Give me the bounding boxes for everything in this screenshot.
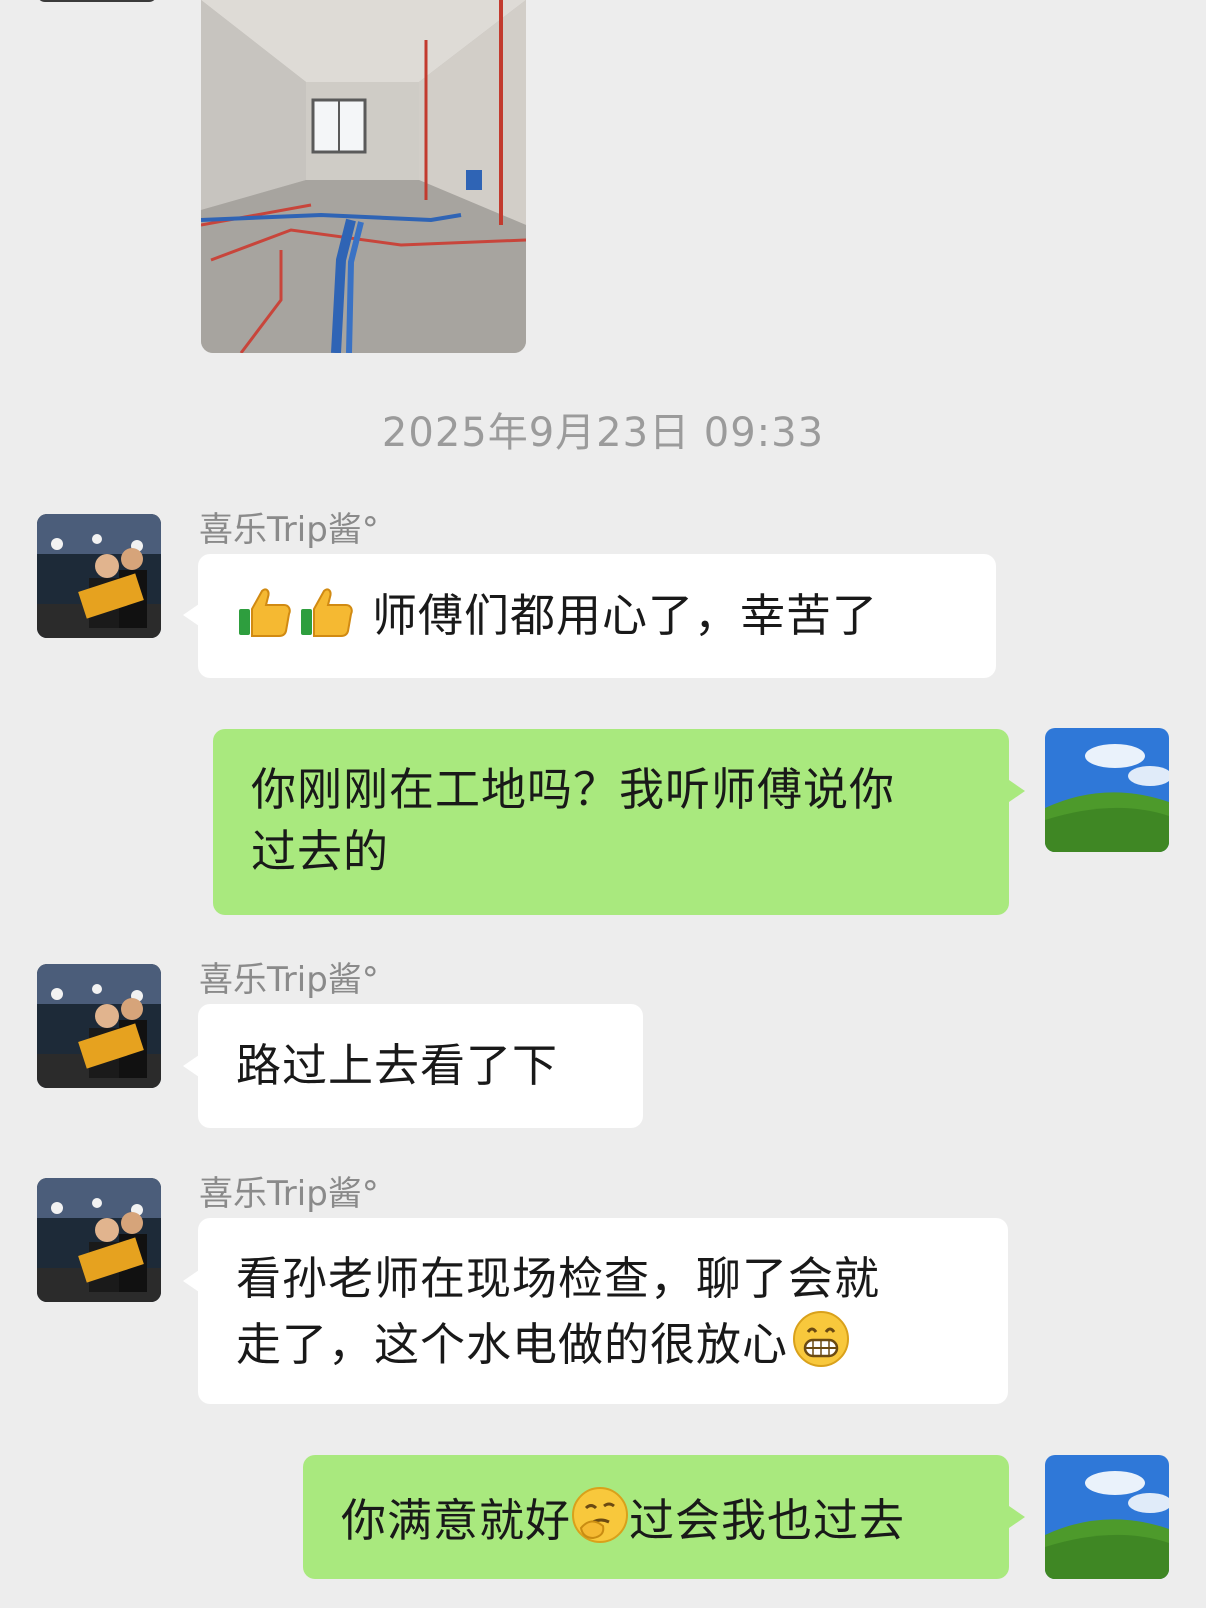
message-bubble[interactable]: 你刚刚在工地吗？我听师傅说你 过去的: [213, 729, 1009, 915]
sender-avatar[interactable]: [37, 514, 161, 638]
avatar-photo: [37, 1178, 161, 1302]
message-text-line: 走了，这个水电做的很放心: [236, 1318, 789, 1371]
message-text: 路过上去看了下: [236, 1039, 559, 1092]
sender-name: 喜乐Trip酱°: [199, 510, 379, 550]
self-avatar[interactable]: [1045, 728, 1169, 852]
bliss-wallpaper-avatar: [1045, 1455, 1169, 1579]
bubble-tail: [1009, 1506, 1025, 1528]
message-text-line: 过去的: [251, 825, 390, 878]
sender-avatar[interactable]: [37, 964, 161, 1088]
thumbs-up-icon: [236, 583, 292, 655]
message-text: 师傅们都用心了，幸苦了: [372, 589, 879, 642]
message-text-line: 你刚刚在工地吗？我听师傅说你: [251, 763, 896, 816]
thinking-shush-face-icon: [571, 1486, 629, 1560]
bubble-tail: [183, 604, 199, 626]
timestamp: 2025年9月23日 09:33: [381, 410, 825, 456]
message-bubble[interactable]: 路过上去看了下: [198, 1004, 643, 1128]
grinning-face-icon: [792, 1310, 850, 1384]
construction-photo[interactable]: [201, 0, 526, 353]
self-avatar[interactable]: [1045, 1455, 1169, 1579]
room-image: [201, 0, 526, 353]
sender-name: 喜乐Trip酱°: [199, 960, 379, 1000]
message-text: 过会我也过去: [629, 1494, 906, 1547]
message-bubble[interactable]: 师傅们都用心了，幸苦了: [198, 554, 996, 678]
avatar-partial[interactable]: [37, 0, 157, 2]
thumbs-up-icon: [298, 583, 354, 655]
bliss-wallpaper-avatar: [1045, 728, 1169, 852]
avatar-photo: [37, 964, 161, 1088]
message-text-line: 看孙老师在现场检查，聊了会就: [236, 1252, 881, 1305]
sender-avatar[interactable]: [37, 1178, 161, 1302]
bubble-tail: [183, 1270, 199, 1292]
message-bubble[interactable]: 你满意就好 过会我也过去: [303, 1455, 1009, 1579]
avatar-photo: [37, 514, 161, 638]
bubble-tail: [183, 1055, 199, 1077]
sender-name: 喜乐Trip酱°: [199, 1174, 379, 1214]
message-bubble[interactable]: 看孙老师在现场检查，聊了会就 走了，这个水电做的很放心: [198, 1218, 1008, 1404]
message-text: 你满意就好: [341, 1494, 572, 1547]
bubble-tail: [1009, 780, 1025, 802]
